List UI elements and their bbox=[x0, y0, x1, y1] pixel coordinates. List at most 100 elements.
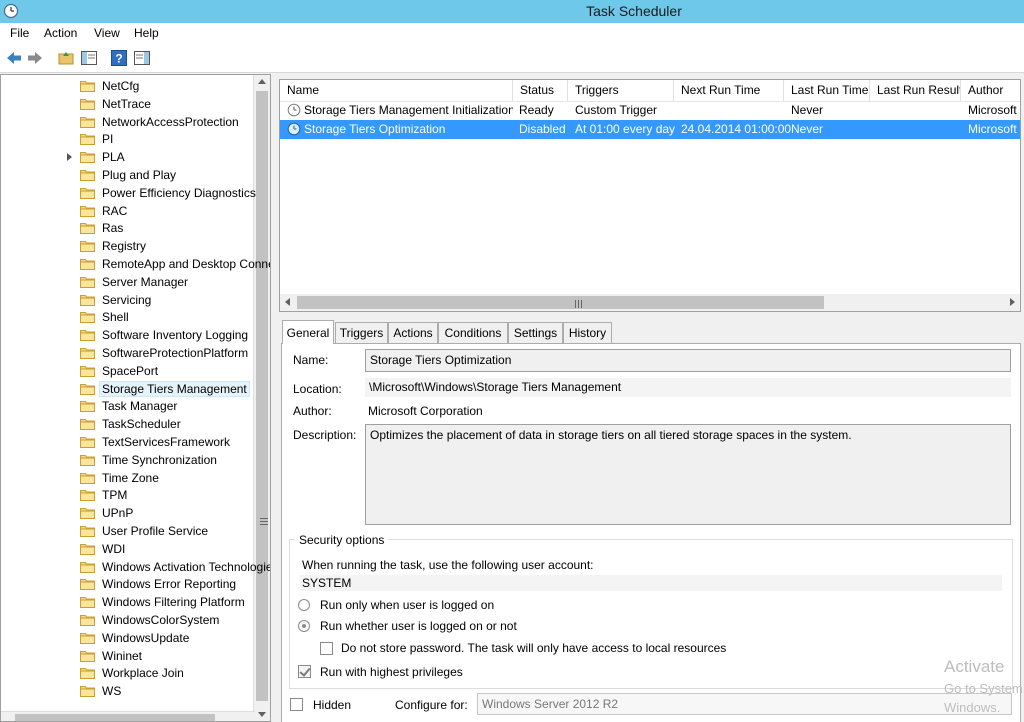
tree-item[interactable]: TPM bbox=[1, 486, 257, 504]
folder-icon bbox=[80, 276, 95, 288]
column-header-last-run-time[interactable]: Last Run Time bbox=[784, 80, 870, 101]
help-icon[interactable]: ? bbox=[110, 49, 128, 67]
menu-bar: File Action View Help bbox=[0, 23, 1024, 43]
tree-item[interactable]: NetCfg bbox=[1, 77, 257, 95]
scroll-right-arrow-icon[interactable] bbox=[1010, 298, 1015, 306]
tree-item[interactable]: Windows Error Reporting bbox=[1, 575, 257, 593]
tree-item[interactable]: WindowsUpdate bbox=[1, 629, 257, 647]
tree-item[interactable]: Windows Filtering Platform bbox=[1, 593, 257, 611]
show-hide-tree-icon[interactable] bbox=[80, 49, 98, 67]
radio-run-whether-logged-on[interactable] bbox=[298, 620, 310, 632]
tree-item[interactable]: TextServicesFramework bbox=[1, 433, 257, 451]
toolbar: ? bbox=[0, 43, 1024, 73]
tree-item[interactable]: WDI bbox=[1, 540, 257, 558]
author-value: Microsoft Corporation bbox=[368, 404, 483, 418]
task-list[interactable]: Name Status Triggers Next Run Time Last … bbox=[279, 79, 1021, 312]
name-field[interactable]: Storage Tiers Optimization bbox=[365, 349, 1011, 372]
forward-icon[interactable] bbox=[26, 49, 44, 67]
folder-tree[interactable]: NetCfg NetTrace NetworkAccessProtection PI P… bbox=[0, 74, 271, 722]
hidden-label[interactable]: Hidden bbox=[313, 698, 351, 712]
tree-item[interactable]: PLA bbox=[1, 148, 257, 166]
tree-item[interactable]: SoftwareProtectionPlatform bbox=[1, 344, 257, 362]
tree-item-label: NetCfg bbox=[102, 79, 140, 93]
tree-item[interactable]: Power Efficiency Diagnostics bbox=[1, 184, 257, 202]
tree-item[interactable]: NetTrace bbox=[1, 95, 257, 113]
scroll-up-arrow-icon[interactable] bbox=[258, 79, 266, 84]
checkbox-highest-privileges[interactable] bbox=[298, 665, 311, 678]
tree-item[interactable]: WS bbox=[1, 682, 257, 700]
tree-item[interactable]: User Profile Service bbox=[1, 522, 257, 540]
show-hide-action-pane-icon[interactable] bbox=[133, 49, 151, 67]
menu-view[interactable]: View bbox=[94, 26, 120, 40]
tree-item[interactable]: Workplace Join bbox=[1, 664, 257, 682]
tree-item[interactable]: Time Synchronization bbox=[1, 451, 257, 469]
tab-conditions[interactable]: Conditions bbox=[438, 322, 508, 344]
tree-item[interactable]: Server Manager bbox=[1, 273, 257, 291]
tree-item[interactable]: Wininet bbox=[1, 647, 257, 665]
tree-item[interactable]: TaskScheduler bbox=[1, 415, 257, 433]
tree-item[interactable]: Registry bbox=[1, 237, 257, 255]
table-row[interactable]: Storage Tiers Management Initialization … bbox=[280, 101, 1020, 120]
configure-for-select[interactable]: Windows Server 2012 R2 bbox=[477, 693, 1012, 715]
tree-item[interactable]: RemoteApp and Desktop Connections Manage… bbox=[1, 255, 270, 273]
tree-item[interactable]: NetworkAccessProtection bbox=[1, 113, 257, 131]
scroll-thumb[interactable] bbox=[256, 91, 268, 701]
scroll-left-arrow-icon[interactable] bbox=[285, 298, 290, 306]
column-header-name[interactable]: Name bbox=[280, 80, 513, 101]
location-field[interactable]: \Microsoft\Windows\Storage Tiers Managem… bbox=[365, 378, 1011, 397]
tree-item-label: RAC bbox=[102, 203, 128, 218]
tree-item[interactable]: Storage Tiers Management bbox=[1, 380, 257, 398]
table-row-selected[interactable]: Storage Tiers Optimization Disabled At 0… bbox=[280, 120, 1020, 139]
user-account-field[interactable]: SYSTEM bbox=[300, 575, 1002, 591]
tree-hscroll-thumb[interactable] bbox=[15, 714, 215, 721]
tree-item[interactable]: Windows Activation Technologies bbox=[1, 558, 270, 576]
tab-settings[interactable]: Settings bbox=[508, 322, 563, 344]
tab-triggers[interactable]: Triggers bbox=[335, 322, 388, 344]
cell-triggers: Custom Trigger bbox=[575, 103, 658, 117]
column-header-author[interactable]: Author bbox=[961, 80, 1020, 101]
tab-history[interactable]: History bbox=[563, 322, 612, 344]
tree-item[interactable]: RAC bbox=[1, 202, 257, 220]
tree-item[interactable]: Shell bbox=[1, 308, 257, 326]
tree-item-label: Windows Filtering Platform bbox=[102, 595, 245, 610]
checkbox-hidden[interactable] bbox=[290, 698, 303, 711]
tree-item[interactable]: Ras bbox=[1, 219, 257, 237]
tree-item[interactable]: SpacePort bbox=[1, 362, 257, 380]
expand-arrow-icon[interactable] bbox=[67, 153, 72, 162]
column-header-status[interactable]: Status bbox=[513, 80, 568, 101]
tab-general[interactable]: General bbox=[282, 320, 334, 344]
tree-item[interactable]: Software Inventory Logging bbox=[1, 326, 257, 344]
tree-item-label: WindowsUpdate bbox=[102, 630, 190, 645]
column-header-last-run-result[interactable]: Last Run Result bbox=[870, 80, 961, 101]
location-label: Location: bbox=[293, 382, 342, 396]
scroll-down-arrow-icon[interactable] bbox=[258, 712, 266, 717]
highest-privileges-label[interactable]: Run with highest privileges bbox=[320, 665, 463, 679]
tree-item[interactable]: WindowsColorSystem bbox=[1, 611, 257, 629]
up-folder-icon[interactable] bbox=[57, 49, 75, 67]
tree-item[interactable]: Servicing bbox=[1, 291, 257, 309]
folder-icon bbox=[80, 596, 95, 609]
tree-item[interactable]: Plug and Play bbox=[1, 166, 257, 184]
column-header-next-run-time[interactable]: Next Run Time bbox=[674, 80, 784, 101]
description-field[interactable]: Optimizes the placement of data in stora… bbox=[365, 424, 1011, 525]
menu-file[interactable]: File bbox=[10, 26, 29, 40]
folder-icon bbox=[80, 489, 95, 502]
do-not-store-password-label[interactable]: Do not store password. The task will onl… bbox=[341, 641, 726, 655]
folder-icon bbox=[80, 222, 95, 235]
tree-horizontal-scrollbar[interactable] bbox=[1, 711, 255, 721]
run-only-logged-on-label[interactable]: Run only when user is logged on bbox=[320, 598, 494, 612]
tree-item[interactable]: Task Manager bbox=[1, 397, 257, 415]
checkbox-do-not-store-password[interactable] bbox=[320, 642, 333, 655]
menu-action[interactable]: Action bbox=[44, 26, 77, 40]
task-list-hscroll-thumb[interactable] bbox=[297, 296, 824, 309]
radio-run-only-logged-on[interactable] bbox=[298, 599, 310, 611]
back-icon[interactable] bbox=[5, 49, 23, 67]
menu-help[interactable]: Help bbox=[134, 26, 159, 40]
run-whether-logged-on-label[interactable]: Run whether user is logged on or not bbox=[320, 619, 517, 633]
task-list-horizontal-scrollbar[interactable] bbox=[280, 294, 1020, 311]
column-header-triggers[interactable]: Triggers bbox=[568, 80, 674, 101]
tab-actions[interactable]: Actions bbox=[388, 322, 438, 344]
tree-item[interactable]: PI bbox=[1, 130, 257, 148]
tree-item[interactable]: UPnP bbox=[1, 504, 257, 522]
tree-item[interactable]: Time Zone bbox=[1, 469, 257, 487]
